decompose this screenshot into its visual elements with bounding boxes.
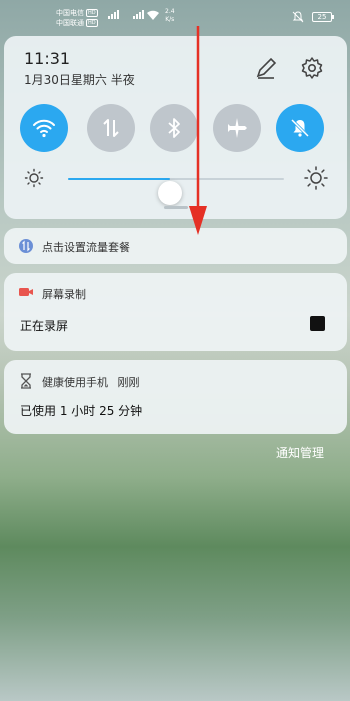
screen-record-status: 正在录屏 <box>20 319 69 333</box>
status-bar: 中国电信 HD 中国联通 HD 2.4 K/s 25 <box>0 0 350 32</box>
stop-recording-button[interactable] <box>310 316 325 331</box>
notification-manage-link[interactable]: 通知管理 <box>276 444 324 461</box>
do-not-disturb-toggle[interactable] <box>276 104 324 152</box>
swipe-down-arrow-icon <box>189 26 207 235</box>
quick-settings-panel: 11:31 1月30日星期六 半夜 <box>4 36 347 219</box>
signal-2-icon <box>133 10 144 19</box>
clock: 11:31 <box>24 49 71 68</box>
mute-bell-icon <box>292 11 304 23</box>
speed-unit: K/s <box>165 16 175 23</box>
airplane-icon <box>228 118 247 138</box>
brightness-low-icon <box>24 168 44 188</box>
health-usage-notification[interactable]: 健康使用手机 刚刚 已使用 1 小时 25 分钟 <box>4 360 347 434</box>
brightness-slider-fill <box>68 178 170 180</box>
battery-indicator: 25 <box>312 12 334 22</box>
speed-value: 2.4 <box>165 8 175 15</box>
data-plan-notification[interactable]: 点击设置流量套餐 <box>4 228 347 264</box>
carrier-1-label: 中国电信 <box>56 9 84 17</box>
gear-icon[interactable] <box>300 56 324 80</box>
mobile-data-toggle[interactable] <box>87 104 135 152</box>
health-title: 健康使用手机 <box>42 376 108 389</box>
hd-badge: HD <box>86 9 98 17</box>
wifi-icon <box>33 119 55 138</box>
screen-record-notification[interactable]: 屏幕录制 正在录屏 <box>4 273 347 351</box>
health-time: 刚刚 <box>117 376 140 389</box>
airplane-toggle[interactable] <box>213 104 261 152</box>
brightness-high-icon <box>304 166 328 190</box>
wifi-toggle[interactable] <box>20 104 68 152</box>
brightness-control <box>4 164 347 205</box>
carrier-info: 中国电信 HD 中国联通 HD <box>56 8 98 28</box>
data-plan-text: 点击设置流量套餐 <box>42 241 130 254</box>
health-usage-text: 已使用 1 小时 25 分钟 <box>20 404 143 418</box>
brightness-slider[interactable] <box>68 178 284 205</box>
health-title-row: 健康使用手机 刚刚 <box>42 374 140 390</box>
hourglass-icon <box>21 373 31 389</box>
data-plan-icon <box>19 239 33 253</box>
wifi-status-icon <box>147 10 159 20</box>
date-label: 1月30日星期六 半夜 <box>24 73 135 87</box>
screen-record-title: 屏幕录制 <box>42 288 86 301</box>
bluetooth-icon <box>168 118 180 138</box>
hd-badge: HD <box>86 19 98 27</box>
network-speed: 2.4 K/s <box>165 8 175 24</box>
carrier-2-label: 中国联通 <box>56 19 84 27</box>
signal-1-icon <box>108 10 119 19</box>
mobile-data-icon <box>103 119 119 137</box>
do-not-disturb-icon <box>290 118 310 138</box>
panel-drag-handle[interactable] <box>164 206 188 209</box>
video-camera-icon <box>19 288 33 296</box>
brightness-slider-thumb[interactable] <box>157 181 182 205</box>
edit-icon[interactable] <box>254 56 278 80</box>
